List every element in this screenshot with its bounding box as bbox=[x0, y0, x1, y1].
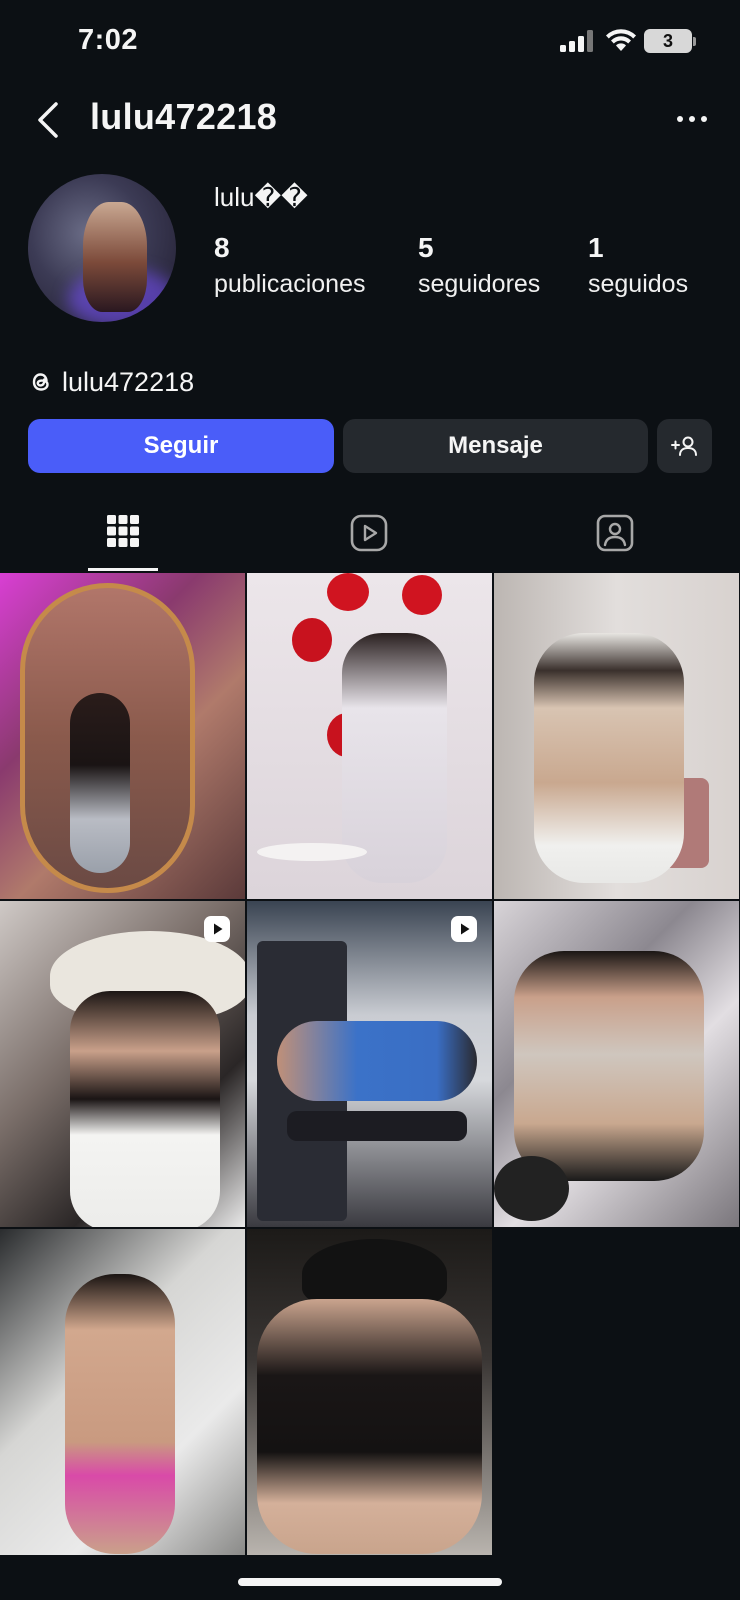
battery-tip bbox=[693, 37, 696, 46]
cellular-signal-icon bbox=[560, 30, 593, 52]
posts-label: publicaciones bbox=[214, 270, 366, 298]
reel-badge-icon bbox=[451, 916, 477, 942]
post-2-balloon-c bbox=[292, 618, 332, 662]
post-4-figure bbox=[70, 991, 220, 1227]
followers-stat[interactable]: 5 seguidores bbox=[418, 232, 540, 299]
following-label: seguidos bbox=[588, 270, 689, 298]
threads-link[interactable]: lulu472218 bbox=[28, 366, 194, 398]
more-options-icon[interactable] bbox=[672, 104, 712, 134]
post-2-table bbox=[257, 843, 367, 861]
profile-tabs bbox=[0, 506, 740, 571]
tab-tagged[interactable] bbox=[492, 506, 738, 570]
followers-count: 5 bbox=[418, 232, 434, 263]
tab-reels[interactable] bbox=[246, 506, 492, 570]
display-name: lulu�� bbox=[214, 182, 308, 212]
post-thumbnail-3[interactable] bbox=[494, 573, 739, 899]
reels-icon bbox=[350, 514, 388, 552]
followers-label: seguidores bbox=[418, 270, 541, 298]
threads-icon bbox=[32, 373, 49, 391]
page-title-username: lulu472218 bbox=[90, 96, 278, 137]
post-8-figure bbox=[257, 1299, 482, 1554]
message-button[interactable]: Mensaje bbox=[343, 419, 648, 473]
reel-badge-icon bbox=[204, 916, 230, 942]
post-2-balloon-a bbox=[327, 573, 369, 611]
suggested-accounts-button[interactable] bbox=[657, 419, 712, 473]
tagged-person-icon bbox=[596, 514, 634, 552]
active-tab-indicator bbox=[88, 568, 158, 571]
add-person-icon bbox=[670, 436, 697, 456]
post-2-balloon-b bbox=[402, 575, 442, 615]
profile-avatar[interactable] bbox=[28, 174, 176, 322]
profile-header: lulu472218 bbox=[0, 90, 740, 150]
back-chevron-icon[interactable] bbox=[32, 98, 66, 142]
post-5-figure bbox=[277, 1021, 477, 1101]
posts-count-stat: 8 publicaciones bbox=[214, 232, 366, 299]
following-count: 1 bbox=[588, 232, 604, 263]
post-thumbnail-7[interactable] bbox=[0, 1229, 245, 1555]
following-stat[interactable]: 1 seguidos bbox=[588, 232, 688, 299]
post-6-figure bbox=[514, 951, 704, 1181]
post-thumbnail-5[interactable] bbox=[247, 901, 492, 1227]
posts-count: 8 bbox=[214, 232, 230, 263]
status-time: 7:02 bbox=[78, 24, 139, 56]
post-thumbnail-2[interactable] bbox=[247, 573, 492, 899]
post-1-figure bbox=[70, 693, 130, 873]
post-thumbnail-6[interactable] bbox=[494, 901, 739, 1227]
battery-icon: 3 bbox=[644, 29, 692, 53]
status-bar: 7:02 3 bbox=[0, 0, 740, 84]
wifi-icon bbox=[606, 29, 636, 51]
threads-handle: lulu472218 bbox=[62, 366, 195, 397]
post-3-figure bbox=[534, 633, 684, 883]
home-indicator[interactable] bbox=[238, 1578, 502, 1586]
post-2-figure bbox=[342, 633, 447, 883]
post-5-bench bbox=[287, 1111, 467, 1141]
tab-posts-grid[interactable] bbox=[0, 506, 246, 570]
post-thumbnail-8[interactable] bbox=[247, 1229, 492, 1555]
grid-icon bbox=[107, 515, 139, 547]
post-6-cake bbox=[494, 1156, 569, 1221]
follow-button[interactable]: Seguir bbox=[28, 419, 334, 473]
post-thumbnail-4[interactable] bbox=[0, 901, 245, 1227]
post-7-figure bbox=[65, 1274, 175, 1554]
post-thumbnail-1[interactable] bbox=[0, 573, 245, 899]
avatar-figure bbox=[83, 202, 147, 312]
